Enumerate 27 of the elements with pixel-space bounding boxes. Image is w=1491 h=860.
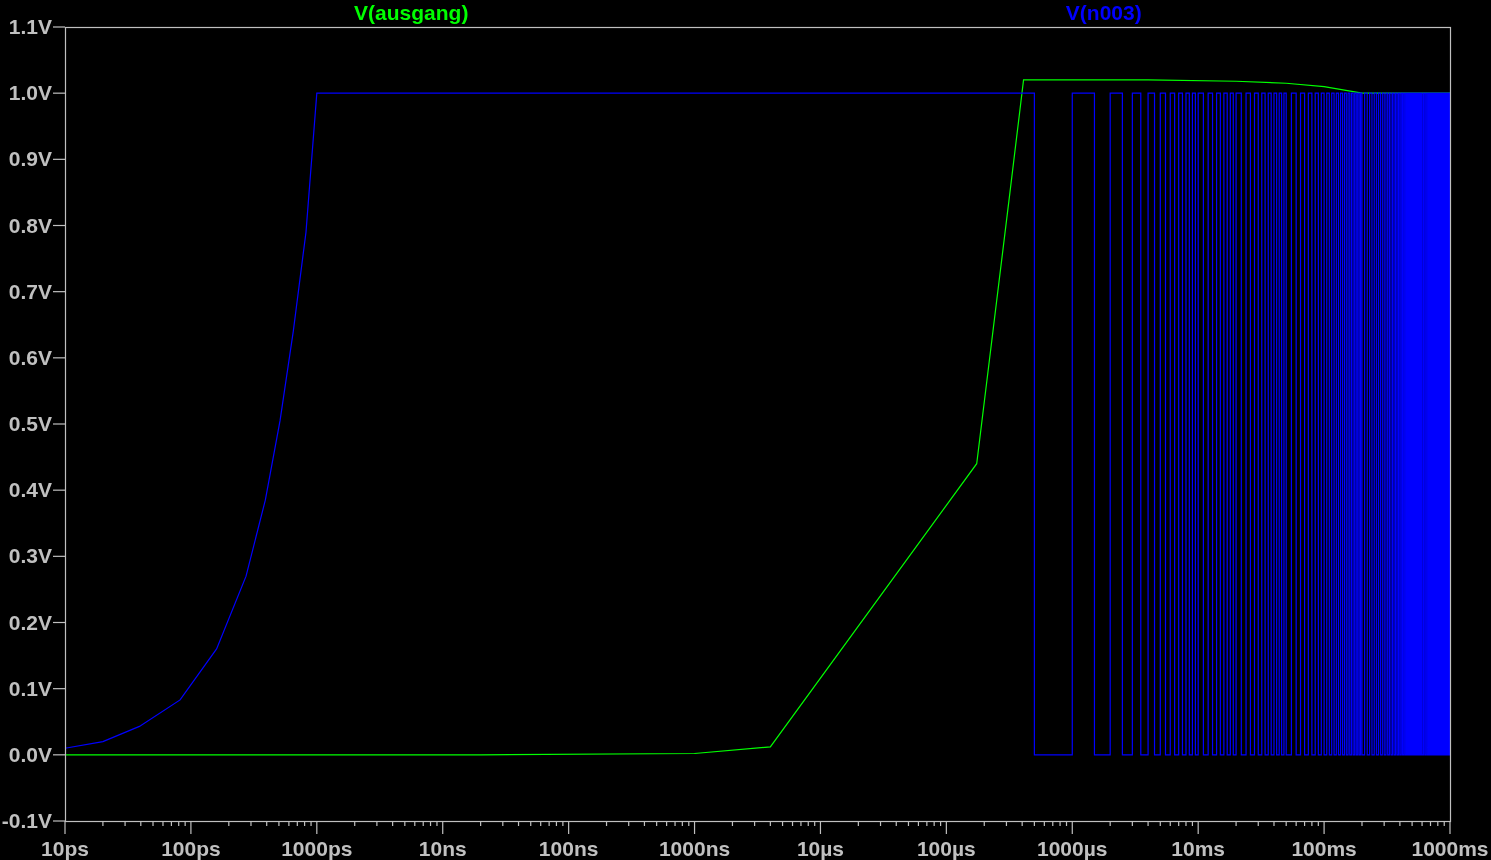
x-axis-label: 1000ns [658,837,731,860]
y-axis-label: 0.5V [8,412,52,435]
x-axis-label: 1000µs [1037,837,1108,860]
y-axis-label: 1.1V [8,15,52,38]
x-axis-label: 100ps [161,837,221,860]
x-axis-label: 1000ms [1411,837,1489,860]
x-axis-label: 10ps [41,837,89,860]
y-axis-label: 0.4V [8,478,52,502]
y-axis-label: 0.1V [8,676,52,700]
x-axis-label: 100µs [916,837,976,860]
x-axis-label: 10ns [418,837,467,860]
x-axis-label: 100ns [538,837,599,860]
x-axis-label: 100ms [1291,837,1357,860]
y-axis-label: 0.6V [8,345,52,369]
x-axis-label: 1000ps [281,837,353,860]
y-axis-label: 0.0V [8,742,52,766]
x-axis-label: 10ms [1171,837,1226,860]
y-axis-label: -0.1V [1,809,52,832]
trace-name: V(n003) [1065,1,1142,24]
x-axis-label: 10µs [796,837,844,860]
y-axis-label: 0.9V [8,147,52,171]
y-axis-label: 0.2V [8,610,52,634]
trace-name: V(ausgang) [354,1,469,24]
y-axis-label: 0.7V [8,279,52,303]
y-axis-label: 1.0V [8,81,52,105]
y-axis-label: 0.3V [8,544,52,568]
y-axis-label: 0.8V [8,213,52,237]
